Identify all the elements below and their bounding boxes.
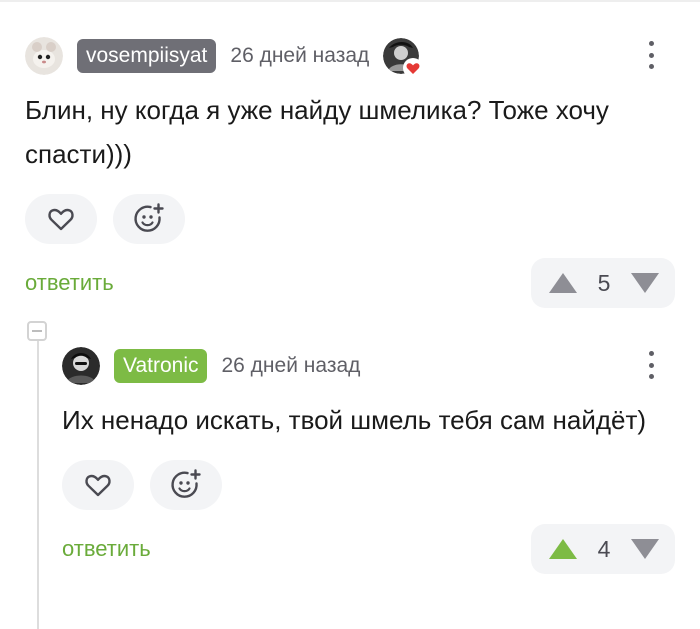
comment-actions xyxy=(62,460,675,510)
more-options-icon[interactable] xyxy=(641,38,661,72)
arrow-down-icon[interactable] xyxy=(629,271,661,295)
like-button[interactable] xyxy=(25,194,97,244)
collapse-thread-button[interactable] xyxy=(27,321,47,341)
comment-header: vosempiisyat 26 дней назад xyxy=(25,36,675,78)
heart-outline-icon xyxy=(85,474,111,497)
comment-date[interactable]: 26 дней назад xyxy=(221,354,360,378)
comment-footer: ответить 4 xyxy=(62,524,675,574)
arrow-down-icon[interactable] xyxy=(629,537,661,561)
more-options-icon[interactable] xyxy=(641,348,661,382)
comment-vatronic: Vatronic 26 дней назад Их ненадо искать,… xyxy=(62,346,675,574)
emoji-add-icon xyxy=(171,469,201,498)
thread-line xyxy=(37,333,39,629)
reply-link[interactable]: ответить xyxy=(25,270,114,296)
emoji-add-icon xyxy=(134,203,164,232)
top-divider xyxy=(0,0,700,2)
comment-vosempiisyat: vosempiisyat 26 дней назад Блин, ну когд… xyxy=(25,36,675,308)
heart-outline-icon xyxy=(48,208,74,231)
add-reaction-button[interactable] xyxy=(150,460,222,510)
comment-footer: ответить 5 xyxy=(25,258,675,308)
comment-actions xyxy=(25,194,675,244)
vote-score: 5 xyxy=(597,269,611,296)
arrow-up-icon[interactable] xyxy=(547,271,579,295)
arrow-up-icon[interactable] xyxy=(547,537,579,561)
rater-avatar[interactable] xyxy=(383,38,424,78)
user-avatar[interactable] xyxy=(25,37,63,75)
add-reaction-button[interactable] xyxy=(113,194,185,244)
comment-date[interactable]: 26 дней назад xyxy=(230,44,369,68)
username-badge[interactable]: Vatronic xyxy=(114,349,208,383)
user-avatar[interactable] xyxy=(62,347,100,385)
comment-text: Блин, ну когда я уже найду шмелика? Тоже… xyxy=(25,95,609,169)
comment-header: Vatronic 26 дней назад xyxy=(62,346,675,386)
username-badge[interactable]: vosempiisyat xyxy=(77,39,217,73)
like-button[interactable] xyxy=(62,460,134,510)
reply-link[interactable]: ответить xyxy=(62,536,151,562)
heart-badge-icon xyxy=(403,58,424,78)
comment-text: Их ненадо искать, твой шмель тебя сам на… xyxy=(62,405,647,435)
vote-score: 4 xyxy=(597,535,611,562)
vote-box: 4 xyxy=(531,524,675,574)
vote-box: 5 xyxy=(531,258,675,308)
